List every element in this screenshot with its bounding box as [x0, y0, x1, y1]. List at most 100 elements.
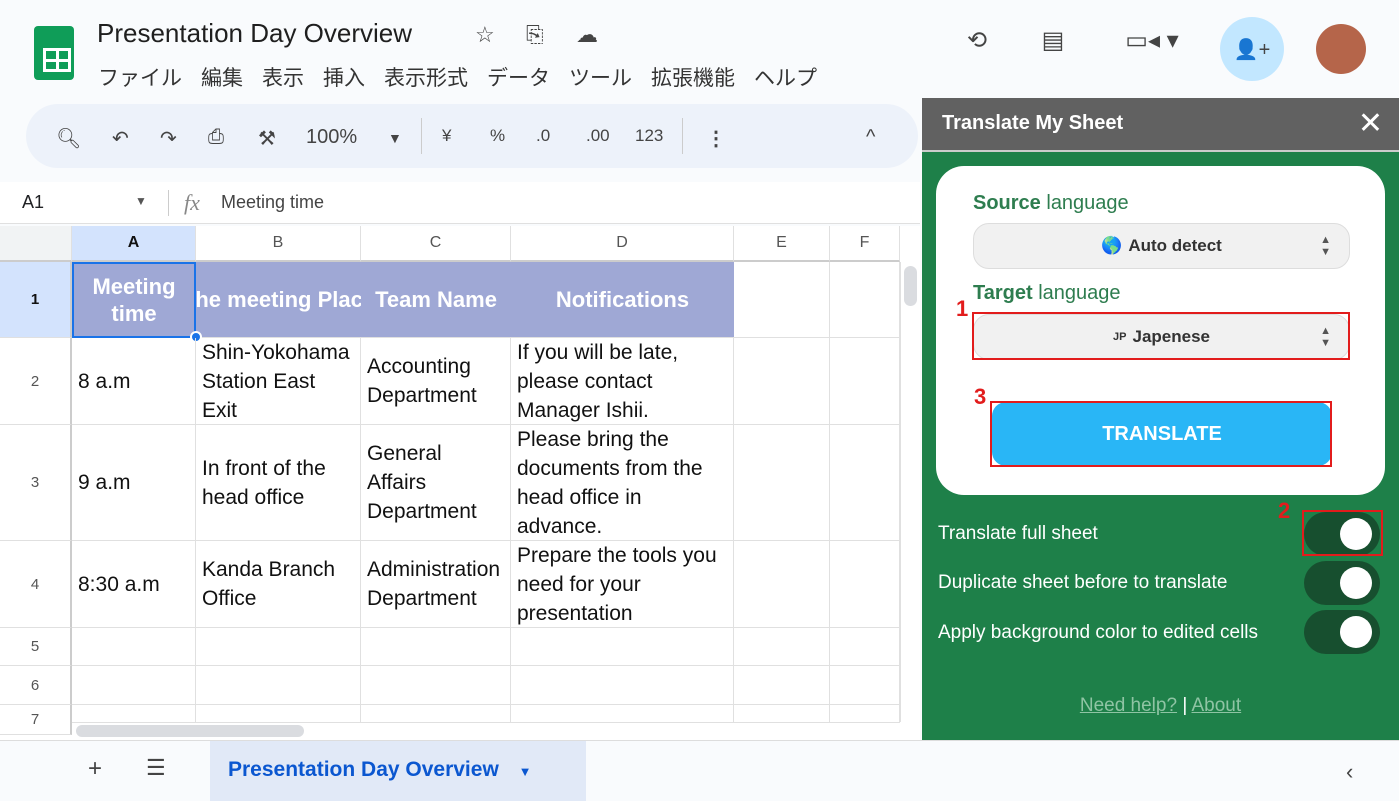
cell-a4[interactable]: 8:30 a.m [72, 541, 196, 628]
decrease-decimal-button[interactable]: .0 [536, 126, 550, 146]
empty-cell[interactable] [361, 666, 511, 705]
sheets-logo[interactable] [34, 26, 74, 80]
empty-cell[interactable] [361, 628, 511, 666]
menu-data[interactable]: データ [487, 62, 550, 92]
empty-cell[interactable] [196, 628, 361, 666]
toggle-duplicate-sheet[interactable] [1304, 561, 1380, 605]
cell-b1[interactable]: The meeting Place [196, 262, 361, 338]
horizontal-scroll-thumb[interactable] [76, 725, 304, 737]
horizontal-scrollbar[interactable] [72, 722, 900, 740]
cell-a2[interactable]: 8 a.m [72, 338, 196, 425]
column-header-e[interactable]: E [734, 226, 830, 262]
chevron-left-icon[interactable]: ‹ [1346, 759, 1353, 785]
empty-cell[interactable] [734, 425, 830, 541]
spreadsheet-grid[interactable]: A B C D E F 1 2 3 4 5 6 7 Meeting time T… [0, 226, 920, 740]
column-header-c[interactable]: C [361, 226, 511, 262]
empty-cell[interactable] [734, 338, 830, 425]
cell-d2[interactable]: If you will be late, please contact Mana… [511, 338, 734, 425]
menu-edit[interactable]: 編集 [201, 62, 243, 92]
row-header-2[interactable]: 2 [0, 338, 72, 425]
cell-b4[interactable]: Kanda Branch Office [196, 541, 361, 628]
vertical-scroll-thumb[interactable] [904, 266, 917, 306]
row-header-1[interactable]: 1 [0, 262, 72, 338]
vertical-scrollbar[interactable] [900, 262, 920, 722]
name-box[interactable]: A1 [22, 192, 44, 213]
chevron-down-icon[interactable]: ▼ [519, 764, 532, 779]
about-link[interactable]: About [1192, 695, 1242, 716]
menu-format[interactable]: 表示形式 [384, 62, 468, 92]
cell-a1[interactable]: Meeting time [72, 262, 196, 338]
menu-insert[interactable]: 挿入 [323, 62, 365, 92]
paint-format-icon[interactable]: ⚒ [258, 126, 276, 151]
menu-extensions[interactable]: 拡張機能 [651, 62, 735, 92]
all-sheets-icon[interactable]: ☰ [146, 755, 166, 781]
print-icon[interactable]: ⎙ [208, 126, 224, 149]
menu-view[interactable]: 表示 [262, 62, 304, 92]
cell-a3[interactable]: 9 a.m [72, 425, 196, 541]
empty-cell[interactable] [511, 666, 734, 705]
search-icon[interactable]: 🔍︎ [56, 126, 81, 151]
number-format-button[interactable]: 123 [635, 126, 663, 146]
sheet-tab[interactable]: Presentation Day Overview ▼ [210, 741, 586, 801]
row-header-7[interactable]: 7 [0, 705, 72, 735]
percent-button[interactable]: % [490, 126, 505, 146]
cell-b3[interactable]: In front of the head office [196, 425, 361, 541]
empty-cell[interactable] [734, 541, 830, 628]
move-folder-icon[interactable]: ⎘ [526, 22, 544, 48]
empty-cell[interactable] [734, 628, 830, 666]
cell-d3[interactable]: Please bring the documents from the head… [511, 425, 734, 541]
row-header-6[interactable]: 6 [0, 666, 72, 705]
empty-cell[interactable] [830, 628, 900, 666]
empty-cell[interactable] [830, 666, 900, 705]
empty-cell[interactable] [72, 628, 196, 666]
share-button[interactable]: 👤+ [1220, 17, 1284, 81]
avatar[interactable] [1316, 24, 1366, 74]
source-language-select[interactable]: 🌎 Auto detect ▲ ▼ [973, 223, 1350, 269]
menu-help[interactable]: ヘルプ [754, 62, 817, 92]
collapse-icon[interactable]: ^ [866, 126, 875, 149]
zoom-select[interactable]: 100% [306, 126, 357, 149]
column-header-f[interactable]: F [830, 226, 900, 262]
cell-c2[interactable]: Accounting Department [361, 338, 511, 425]
formula-input[interactable]: Meeting time [221, 192, 324, 213]
empty-cell[interactable] [830, 262, 900, 338]
close-icon[interactable]: ✕ [1358, 106, 1383, 141]
increase-decimal-button[interactable]: .00 [586, 126, 610, 146]
comment-icon[interactable]: ▤ [1028, 15, 1078, 65]
empty-cell[interactable] [830, 425, 900, 541]
column-header-a[interactable]: A [72, 226, 196, 262]
add-sheet-icon[interactable]: + [88, 755, 102, 783]
empty-cell[interactable] [734, 262, 830, 338]
row-header-3[interactable]: 3 [0, 425, 72, 541]
column-header-b[interactable]: B [196, 226, 361, 262]
menu-tools[interactable]: ツール [569, 62, 632, 92]
menu-file[interactable]: ファイル [98, 62, 182, 92]
cell-d4[interactable]: Prepare the tools you need for your pres… [511, 541, 734, 628]
cell-c4[interactable]: Administration Department [361, 541, 511, 628]
currency-button[interactable]: ¥ [442, 126, 451, 146]
column-header-d[interactable]: D [511, 226, 734, 262]
row-header-5[interactable]: 5 [0, 628, 72, 666]
empty-cell[interactable] [734, 666, 830, 705]
meet-icon[interactable]: ▭◂ ▾ [1112, 15, 1192, 65]
redo-icon[interactable]: ↷ [160, 126, 177, 151]
cell-c3[interactable]: General Affairs Department [361, 425, 511, 541]
cloud-saved-icon[interactable]: ☁ [576, 22, 598, 48]
empty-cell[interactable] [72, 666, 196, 705]
undo-icon[interactable]: ↶ [112, 126, 129, 151]
doc-title[interactable]: Presentation Day Overview [97, 18, 412, 49]
need-help-link[interactable]: Need help? [1080, 695, 1177, 716]
star-icon[interactable]: ☆ [475, 22, 495, 48]
empty-cell[interactable] [196, 666, 361, 705]
empty-cell[interactable] [830, 541, 900, 628]
row-header-4[interactable]: 4 [0, 541, 72, 628]
chevron-down-icon[interactable]: ▼ [135, 194, 147, 208]
more-icon[interactable]: ⋮ [706, 126, 726, 151]
history-icon[interactable]: ⟲ [952, 15, 1002, 65]
cell-b2[interactable]: Shin-Yokohama Station East Exit [196, 338, 361, 425]
cell-d1[interactable]: Notifications [511, 262, 734, 338]
toggle-apply-background[interactable] [1304, 610, 1380, 654]
chevron-down-icon[interactable]: ▼ [388, 130, 402, 146]
cell-c1[interactable]: Team Name [361, 262, 511, 338]
select-all[interactable] [0, 226, 72, 262]
